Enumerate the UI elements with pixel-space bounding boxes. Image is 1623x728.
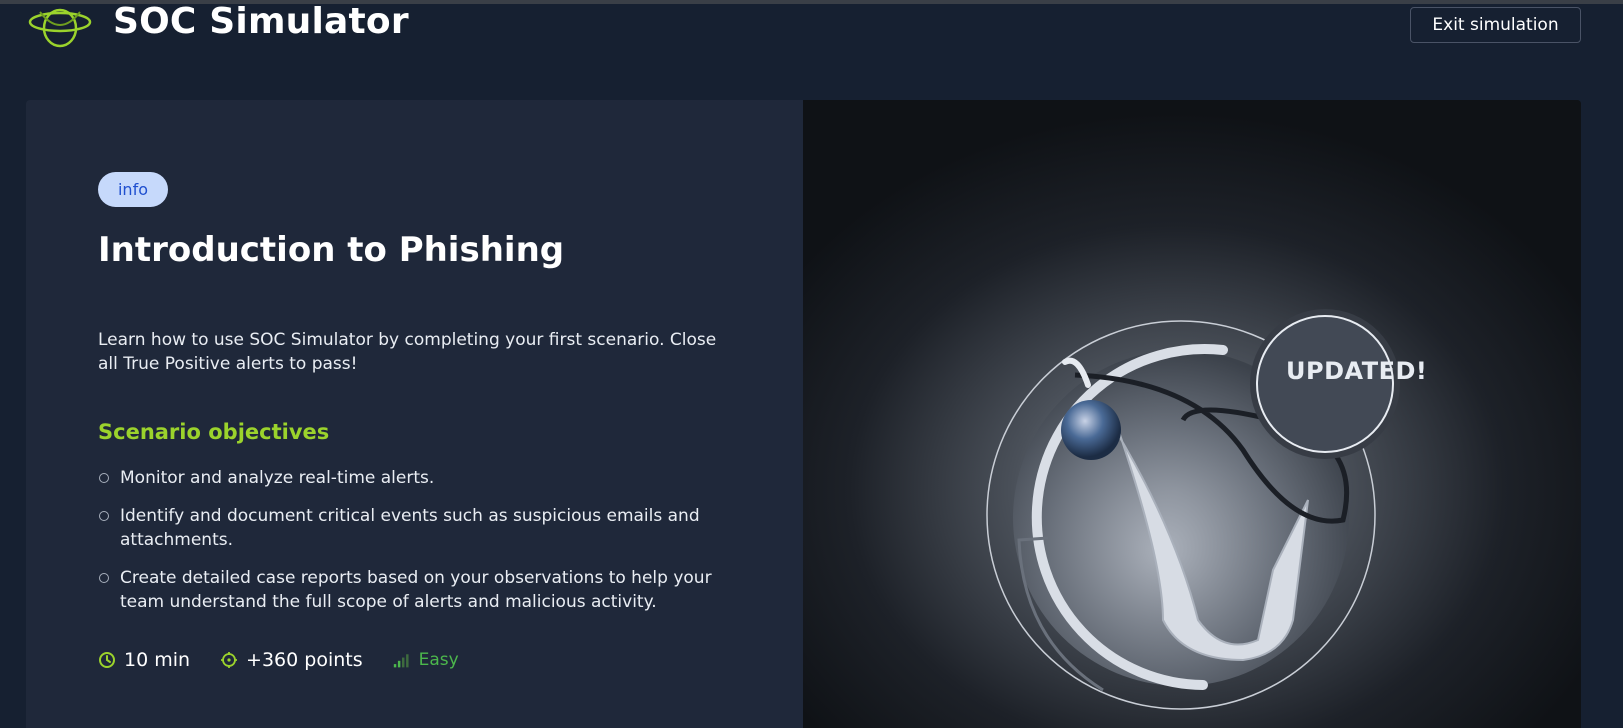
signal-bars-icon: [393, 654, 409, 668]
objective-text: Monitor and analyze real-time alerts.: [120, 468, 435, 488]
soc-simulator-logo-icon: [28, 8, 92, 48]
circle-bullet-icon: [99, 573, 109, 583]
info-badge: info: [98, 172, 168, 207]
scenario-card: info Introduction to Phishing Learn how …: [26, 100, 1581, 728]
scenario-title: Introduction to Phishing: [98, 230, 565, 270]
exit-simulation-button[interactable]: Exit simulation: [1410, 7, 1581, 43]
updated-badge: UPDATED!: [1286, 357, 1428, 385]
app-title: SOC Simulator: [113, 1, 409, 42]
points: +360 points: [220, 649, 363, 671]
duration-text: 10 min: [124, 649, 191, 671]
objective-item: Create detailed case reports based on yo…: [98, 566, 738, 614]
objective-text: Create detailed case reports based on yo…: [120, 568, 712, 612]
objective-item: Monitor and analyze real-time alerts.: [98, 466, 738, 490]
difficulty: Easy: [393, 650, 459, 670]
app-header: SOC Simulator Exit simulation: [0, 4, 1623, 64]
objectives-heading: Scenario objectives: [98, 420, 330, 444]
difficulty-text: Easy: [418, 650, 459, 670]
points-text: +360 points: [246, 649, 363, 671]
scenario-meta: 10 min +360 points Easy: [98, 647, 489, 673]
clock-icon: [99, 652, 115, 668]
duration: 10 min: [98, 649, 190, 671]
hero-image: UPDATED!: [803, 100, 1581, 728]
circle-bullet-icon: [99, 473, 109, 483]
objective-text: Identify and document critical events su…: [120, 506, 700, 550]
scenario-description: Learn how to use SOC Simulator by comple…: [98, 330, 717, 374]
circle-bullet-icon: [99, 511, 109, 521]
phishing-hook-illustration: [803, 100, 1581, 728]
crosshair-icon: [221, 652, 238, 668]
objectives-list: Monitor and analyze real-time alerts. Id…: [98, 466, 738, 628]
objective-item: Identify and document critical events su…: [98, 504, 738, 552]
